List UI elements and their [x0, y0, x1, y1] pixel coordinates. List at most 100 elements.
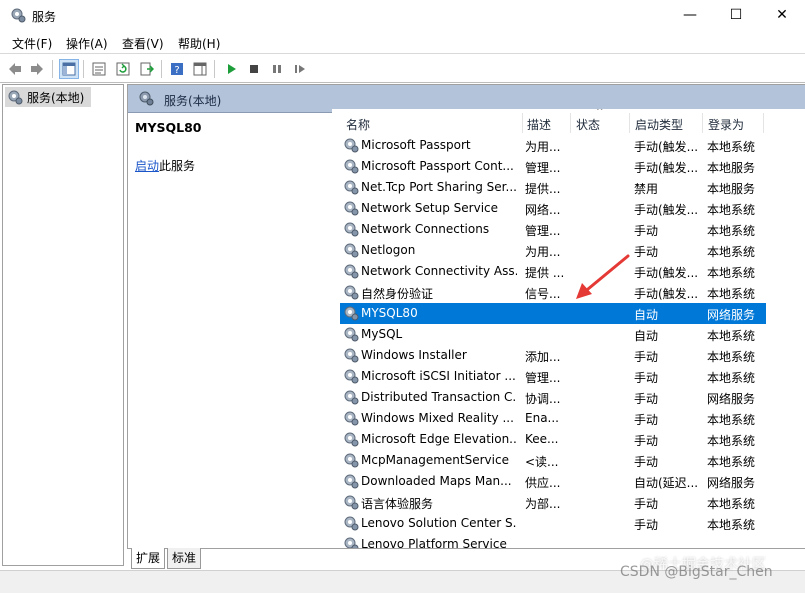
start-service-icon[interactable] — [221, 59, 241, 79]
window-title: 服务 — [32, 10, 57, 24]
service-startup-type: 手动 — [634, 371, 659, 385]
forward-icon[interactable] — [27, 59, 47, 79]
menu-help[interactable]: 帮助(H) — [178, 35, 220, 52]
service-gear-icon — [344, 390, 359, 405]
service-description: 管理... — [525, 161, 561, 175]
column-header-description[interactable]: 描述 — [527, 116, 551, 133]
service-startup-type: 手动 — [634, 392, 659, 406]
service-startup-type: 手动(触发... — [634, 203, 698, 217]
service-logon-as: 本地系统 — [707, 140, 756, 154]
service-row-selected[interactable]: MYSQL80 自动 网络服务 — [340, 303, 766, 324]
service-logon-as: 网络服务 — [707, 308, 756, 322]
service-row[interactable]: Windows Installer 添加... 手动 本地系统 — [340, 345, 766, 366]
column-header-status[interactable]: 状态 — [576, 116, 600, 133]
restart-service-icon[interactable] — [290, 59, 310, 79]
service-row[interactable]: Network Connectivity Ass... 提供 ... 手动(触发..… — [340, 261, 766, 282]
service-gear-icon — [344, 369, 359, 384]
service-gear-icon — [344, 264, 359, 279]
menu-view[interactable]: 查看(V) — [122, 35, 164, 52]
service-logon-as: 本地系统 — [707, 203, 756, 217]
service-logon-as: 本地系统 — [707, 287, 756, 301]
service-name: McpManagementService — [361, 453, 509, 467]
service-gear-icon — [344, 474, 359, 489]
service-name: Windows Installer — [361, 348, 467, 362]
menu-action[interactable]: 操作(A) — [66, 35, 108, 52]
services-gear-icon — [8, 90, 23, 105]
service-logon-as: 本地系统 — [707, 245, 756, 259]
back-icon[interactable] — [5, 59, 25, 79]
services-list: 名称 描述 ^ 状态 启动类型 登录为 Microsoft Passport 为用… — [332, 109, 805, 548]
service-startup-type: 手动 — [634, 245, 659, 259]
service-description: 为用... — [525, 245, 561, 259]
service-startup-type: 手动 — [634, 413, 659, 427]
service-row[interactable]: Network Connections 管理... 手动 本地系统 — [340, 219, 766, 240]
column-header-logon-as[interactable]: 登录为 — [708, 116, 744, 133]
service-description: 信号... — [525, 287, 561, 301]
console-tree: 服务(本地) — [2, 84, 124, 566]
help-icon[interactable]: ? — [167, 59, 187, 79]
service-gear-icon — [344, 327, 359, 342]
menu-bar: 文件(F) 操作(A) 查看(V) 帮助(H) — [0, 31, 805, 53]
title-bar: 服务 — ☐ ✕ — [0, 0, 805, 31]
service-logon-as: 本地系统 — [707, 371, 756, 385]
service-gear-icon — [344, 348, 359, 363]
service-row[interactable]: Microsoft iSCSI Initiator ... 管理... 手动 本地系统 — [340, 366, 766, 387]
service-name: Lenovo Platform Service — [361, 537, 507, 548]
service-row[interactable]: Windows Mixed Reality ... Ena... 手动 本地系统 — [340, 408, 766, 429]
maximize-button[interactable]: ☐ — [713, 0, 759, 31]
service-description: 提供 ... — [525, 266, 565, 280]
service-name: 语言体验服务 — [361, 497, 434, 511]
service-logon-as: 本地系统 — [707, 350, 756, 364]
service-gear-icon — [344, 201, 359, 216]
service-name: Netlogon — [361, 243, 416, 257]
service-name: Windows Mixed Reality ... — [361, 411, 514, 425]
service-description: <读... — [525, 455, 559, 469]
stop-service-icon[interactable] — [244, 59, 264, 79]
properties-icon[interactable] — [89, 59, 109, 79]
start-service-link-suffix: 此服务 — [159, 159, 196, 173]
service-startup-type: 手动 — [634, 518, 659, 532]
console-tree-icon[interactable] — [59, 59, 79, 79]
service-gear-icon — [344, 306, 359, 321]
service-name: Microsoft Passport Cont... — [361, 159, 514, 173]
tab-standard[interactable]: 标准 — [167, 548, 202, 569]
services-gear-icon — [11, 8, 26, 23]
show-hide-action-pane-icon[interactable] — [190, 59, 210, 79]
service-gear-icon — [344, 432, 359, 447]
start-service-link[interactable]: 启动 — [135, 159, 159, 173]
service-row[interactable]: Distributed Transaction C... 协调... 手动 网络服务 — [340, 387, 766, 408]
service-description: 管理... — [525, 371, 561, 385]
tree-item-services-local[interactable]: 服务(本地) — [5, 87, 91, 107]
service-row[interactable]: 语言体验服务 为部... 手动 本地系统 — [340, 492, 766, 513]
service-row[interactable]: MySQL 自动 本地系统 — [340, 324, 766, 345]
service-row[interactable]: Lenovo Platform Service — [340, 534, 766, 548]
watermark-csdn: CSDN @BigStar_Chen — [620, 564, 773, 580]
refresh-icon[interactable] — [113, 59, 133, 79]
column-header-startup-type[interactable]: 启动类型 — [635, 116, 683, 133]
service-row[interactable]: Microsoft Passport Cont... 管理... 手动(触发... 本… — [340, 156, 766, 177]
service-row[interactable]: Netlogon 为用... 手动 本地系统 — [340, 240, 766, 261]
export-list-icon[interactable] — [137, 59, 157, 79]
pause-service-icon[interactable] — [267, 59, 287, 79]
menu-file[interactable]: 文件(F) — [12, 35, 52, 52]
service-row[interactable]: 自然身份验证 信号... 手动(触发... 本地系统 — [340, 282, 766, 303]
service-description: 网络... — [525, 203, 561, 217]
service-startup-type: 禁用 — [634, 182, 659, 196]
service-name: Network Setup Service — [361, 201, 499, 215]
service-row[interactable]: Microsoft Passport 为用... 手动(触发... 本地系统 — [340, 135, 766, 156]
column-header-name[interactable]: 名称 — [346, 116, 370, 133]
service-row[interactable]: Net.Tcp Port Sharing Ser... 提供... 禁用 本地服务 — [340, 177, 766, 198]
tab-extended[interactable]: 扩展 — [131, 548, 166, 569]
service-row[interactable]: Lenovo Solution Center S... 手动 本地系统 — [340, 513, 766, 534]
service-row[interactable]: Downloaded Maps Man... 供应... 自动(延迟... 网络服务 — [340, 471, 766, 492]
service-gear-icon — [344, 495, 359, 510]
service-name: Microsoft iSCSI Initiator ... — [361, 369, 516, 383]
minimize-button[interactable]: — — [667, 0, 713, 31]
service-row[interactable]: Microsoft Edge Elevation... Kee... 手动 本地系统 — [340, 429, 766, 450]
column-header-row: 名称 描述 ^ 状态 启动类型 登录为 — [332, 109, 766, 135]
service-row[interactable]: Network Setup Service 网络... 手动(触发... 本地系统 — [340, 198, 766, 219]
service-startup-type: 自动 — [634, 329, 659, 343]
svg-text:?: ? — [174, 65, 179, 76]
close-button[interactable]: ✕ — [759, 0, 805, 31]
service-row[interactable]: McpManagementService <读... 手动 本地系统 — [340, 450, 766, 471]
